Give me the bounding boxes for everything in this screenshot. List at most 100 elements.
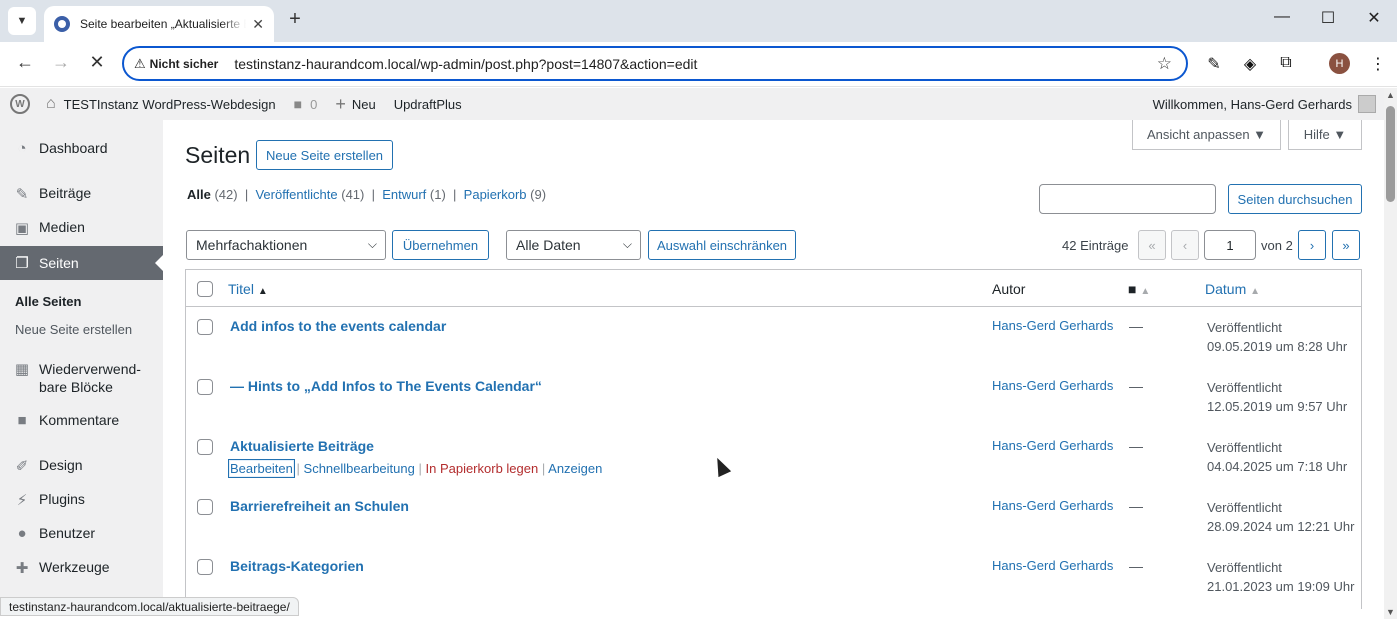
sort-icon: ▲ [1140,286,1151,297]
sort-by-title[interactable]: Titel ▲ [228,281,268,297]
sidebar-item-design[interactable]: ✐ Design [0,457,163,475]
table-header: Titel ▲ Autor ■ ▲ Datum ▲ [186,270,1361,307]
scroll-up-icon[interactable]: ▲ [1386,90,1395,100]
security-chip[interactable]: Nicht sicher [150,57,219,71]
tab-close-icon[interactable]: ✕ [252,16,264,33]
minimize-button[interactable]: — [1262,8,1302,26]
help-button[interactable]: Hilfe ▼ [1288,120,1362,150]
url-text[interactable]: testinstanz-haurandcom.local/wp-admin/po… [234,56,697,72]
maximize-button[interactable]: ☐ [1308,8,1348,28]
prev-page-button[interactable]: ‹ [1171,230,1199,260]
my-account-link[interactable]: Willkommen, Hans-Gerd Gerhards [1153,88,1376,120]
page-title: Seiten [185,142,251,168]
submenu-add-page[interactable]: Neue Seite erstellen [15,322,132,337]
stop-loading-button[interactable]: ✕ [84,52,110,73]
sort-by-comments[interactable]: ■ ▲ [1128,281,1150,297]
page-title-link[interactable]: — Hints to „Add Infos to The Events Cale… [230,378,542,394]
page-title-link[interactable]: Add infos to the events calendar [230,318,446,334]
row-checkbox[interactable] [197,439,213,455]
more-menu-icon[interactable]: ⋮ [1366,54,1390,74]
tab-search-button[interactable]: ▼ [8,7,36,35]
sidebar-item-kommentare[interactable]: ■ Kommentare [0,412,163,429]
new-tab-button[interactable]: + [284,8,306,31]
quick-edit-link[interactable]: Schnellbearbeitung [304,461,415,476]
screen-options-button[interactable]: Ansicht anpassen ▼ [1132,120,1281,150]
row-checkbox[interactable] [197,379,213,395]
current-page-input[interactable]: 1 [1204,230,1256,260]
bulk-apply-button[interactable]: Übernehmen [392,230,489,260]
filter-button[interactable]: Auswahl einschränken [648,230,796,260]
next-page-button[interactable]: › [1298,230,1326,260]
comment-icon: ■ [17,412,27,429]
comments-count: — [1129,378,1143,394]
trash-link[interactable]: In Papierkorb legen [425,461,538,476]
new-content-link[interactable]: + Neu [335,94,375,115]
comments-count: — [1129,558,1143,574]
bulk-actions-select[interactable]: Mehrfachaktionen ⌵ [186,230,386,260]
sidebar-item-medien[interactable]: ▣ Medien [0,219,163,237]
page-title-link[interactable]: Barrierefreiheit an Schulen [230,498,409,514]
date-filter-select[interactable]: Alle Daten ⌵ [506,230,641,260]
tab-title: Seite bearbeiten „Aktualisierte Beiträge… [80,17,246,31]
wordpress-logo-icon[interactable]: W [10,94,30,114]
extension-icon[interactable]: ◈ [1238,54,1262,74]
author-link[interactable]: Hans-Gerd Gerhards [992,378,1113,393]
sidebar-item-werkzeuge[interactable]: ✚ Werkzeuge [0,559,163,577]
sidebar-item-beitraege[interactable]: ✎ Beiträge [0,185,163,203]
user-avatar-icon [1358,95,1376,113]
browser-tab[interactable]: Seite bearbeiten „Aktualisierte Beiträge… [44,6,274,42]
sidebar-item-dashboard[interactable]: ◔ Dashboard [0,140,163,157]
bookmark-star-icon[interactable]: ☆ [1157,54,1172,74]
filter-trash[interactable]: Papierkorb [464,187,527,202]
search-input[interactable] [1039,184,1216,214]
vertical-scrollbar[interactable]: ▲ ▼ [1384,88,1397,619]
filter-published[interactable]: Veröffentlichte [255,187,337,202]
filter-all[interactable]: Alle [187,187,211,202]
back-button[interactable]: ← [12,52,38,73]
page-title-link[interactable]: Aktualisierte Beiträge [230,438,374,454]
page-date: Veröffentlicht 04.04.2025 um 7:18 Uhr [1207,440,1348,474]
select-all-checkbox[interactable] [197,281,213,297]
scroll-down-icon[interactable]: ▼ [1386,607,1395,617]
sort-by-date[interactable]: Datum ▲ [1205,281,1260,297]
blocks-grid-icon: ▦ [14,361,30,378]
author-link[interactable]: Hans-Gerd Gerhards [992,318,1113,333]
pages-icon: ❐ [15,255,29,272]
gauge-icon: ◔ [17,140,27,157]
sidebar-item-bloecke[interactable]: ▦ Wiederverwend-bare Blöcke [0,360,163,396]
add-new-page-button[interactable]: Neue Seite erstellen [256,140,393,170]
filter-draft[interactable]: Entwurf [382,187,426,202]
edit-link[interactable]: Bearbeiten [228,459,295,478]
author-link[interactable]: Hans-Gerd Gerhards [992,438,1113,453]
row-checkbox[interactable] [197,319,213,335]
view-link[interactable]: Anzeigen [548,461,602,476]
sidebar-item-seiten[interactable]: ❐ Seiten [0,246,163,280]
user-icon: ● [17,525,27,542]
author-column-header: Autor [992,281,1026,297]
address-bar[interactable]: ⚠ Nicht sicher testinstanz-haurandcom.lo… [122,46,1188,81]
table-row: — Hints to „Add Infos to The Events Cale… [186,367,1361,427]
row-checkbox[interactable] [197,499,213,515]
first-page-button[interactable]: « [1138,230,1166,260]
profile-avatar[interactable]: H [1329,53,1350,74]
close-window-button[interactable]: ✕ [1354,8,1394,28]
sidebar-item-plugins[interactable]: ⚡ Plugins [0,491,163,509]
site-name-link[interactable]: ⌂ TESTInstanz WordPress-Webdesign [46,95,276,113]
author-link[interactable]: Hans-Gerd Gerhards [992,558,1113,573]
submenu-all-pages[interactable]: Alle Seiten [15,294,81,309]
row-checkbox[interactable] [197,559,213,575]
forward-button[interactable]: → [48,52,74,73]
table-row: Barrierefreiheit an Schulen Hans-Gerd Ge… [186,487,1361,547]
admin-sidebar: ◔ Dashboard ✎ Beiträge ▣ Medien ❐ Seiten All… [0,120,163,600]
sidebar-item-benutzer[interactable]: ● Benutzer [0,525,163,542]
comments-link[interactable]: ■ 0 [294,96,318,112]
updraftplus-link[interactable]: UpdraftPlus [394,97,462,112]
sort-icon: ▲ [1250,286,1261,297]
puzzle-extensions-icon[interactable]: ⧉ [1274,54,1298,72]
author-link[interactable]: Hans-Gerd Gerhards [992,498,1113,513]
eyedropper-extension-icon[interactable]: ✎ [1202,54,1226,74]
page-title-link[interactable]: Beitrags-Kategorien [230,558,364,574]
last-page-button[interactable]: » [1332,230,1360,260]
scrollbar-thumb[interactable] [1386,106,1395,202]
search-pages-button[interactable]: Seiten durchsuchen [1228,184,1362,214]
